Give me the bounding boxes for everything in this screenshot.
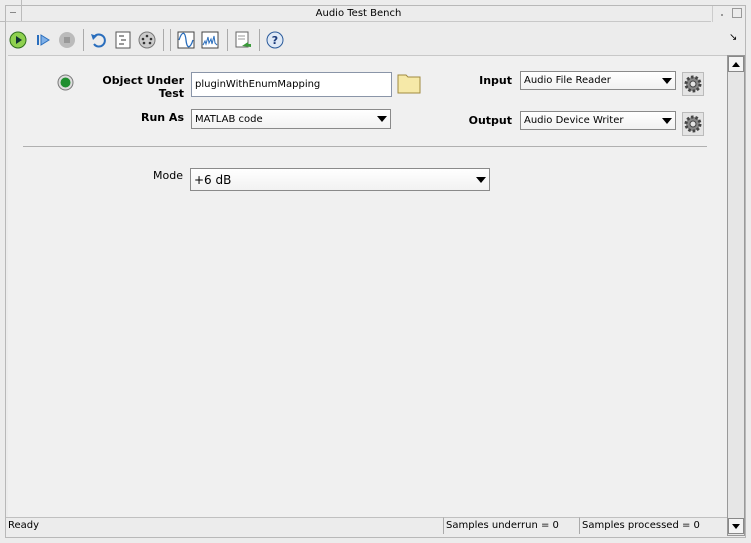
help-icon: ? (266, 31, 284, 49)
maximize-button[interactable] (732, 8, 742, 18)
vertical-scrollbar[interactable] (727, 55, 745, 536)
svg-text:?: ? (272, 34, 278, 47)
stop-button[interactable] (56, 29, 78, 51)
object-under-test-input[interactable]: pluginWithEnumMapping (191, 72, 392, 97)
chevron-down-icon (662, 77, 672, 84)
output-value: Audio Device Writer (524, 115, 624, 126)
output-label: Output (468, 114, 512, 127)
browse-button[interactable] (397, 72, 421, 97)
mode-dropdown[interactable]: +6 dB (190, 168, 490, 191)
sine-wave-icon (177, 31, 195, 49)
status-text: Ready (6, 517, 443, 534)
scroll-down-button[interactable] (728, 518, 744, 534)
samples-underrun: Samples underrun = 0 (443, 517, 579, 534)
minimize-button[interactable] (712, 6, 729, 22)
arrow-up-icon (732, 61, 740, 67)
gear-icon (684, 115, 702, 133)
input-value: Audio File Reader (524, 75, 611, 86)
folder-icon (397, 74, 421, 94)
midi-button[interactable] (136, 29, 158, 51)
run-button[interactable] (7, 29, 29, 51)
run-as-value: MATLAB code (195, 113, 263, 125)
time-scope-button[interactable] (175, 29, 197, 51)
scroll-up-button[interactable] (728, 56, 744, 72)
step-icon (37, 34, 50, 46)
window-title: Audio Test Bench (6, 6, 711, 22)
output-settings-button[interactable] (682, 112, 704, 136)
chevron-down-icon (377, 116, 387, 122)
chevron-down-icon (476, 176, 486, 183)
spectrum-analyzer-button[interactable] (199, 29, 221, 51)
midi-connector-icon (138, 31, 156, 49)
export-document-icon (235, 31, 251, 48)
input-dropdown[interactable]: Audio File Reader (520, 71, 676, 90)
input-settings-button[interactable] (682, 72, 704, 96)
export-button[interactable] (232, 29, 254, 51)
samples-processed: Samples processed = 0 (579, 517, 727, 534)
undo-icon (91, 33, 106, 48)
reset-button[interactable] (87, 29, 109, 51)
divider (23, 146, 707, 147)
output-dropdown[interactable]: Audio Device Writer (520, 111, 676, 130)
arrow-down-icon (732, 523, 740, 529)
document-icon (115, 31, 131, 49)
step-button[interactable] (32, 29, 54, 51)
chevron-down-icon (662, 117, 672, 124)
mode-label: Mode (153, 169, 183, 182)
mode-value: +6 dB (194, 172, 232, 187)
gear-icon (684, 75, 702, 93)
help-button[interactable]: ? (264, 29, 286, 51)
object-under-test-label: Object Under Test (102, 74, 184, 100)
play-icon (9, 31, 27, 49)
stop-icon (59, 32, 75, 48)
generate-code-button[interactable] (112, 29, 134, 51)
spectrum-icon (201, 31, 219, 49)
input-label: Input (479, 74, 512, 87)
run-as-dropdown[interactable]: MATLAB code (191, 109, 391, 129)
run-as-label: Run As (140, 111, 184, 124)
undock-icon[interactable]: ↘ (729, 32, 737, 43)
status-led-icon (57, 74, 74, 91)
